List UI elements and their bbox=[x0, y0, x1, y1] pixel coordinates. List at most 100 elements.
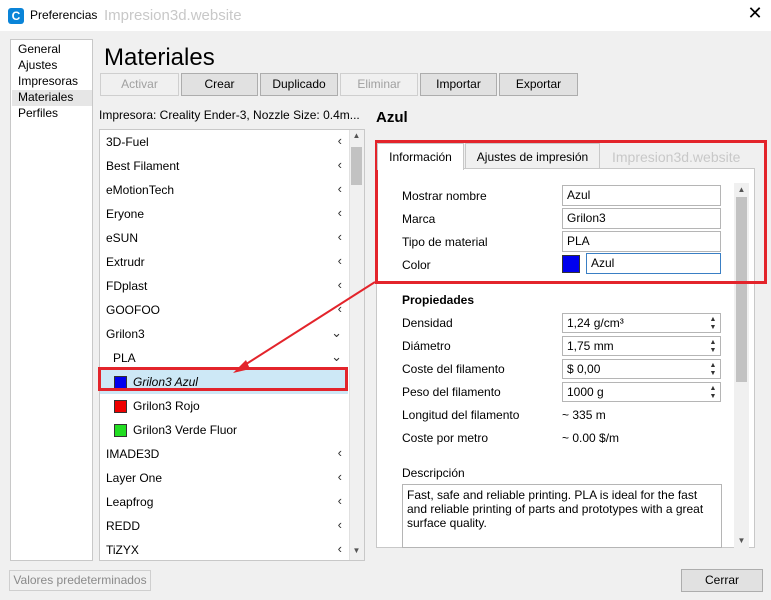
chevron-left-icon: ‹ bbox=[337, 445, 342, 460]
highlight-box-selected-material bbox=[98, 367, 348, 391]
material-label: Grilon3 Verde Fluor bbox=[133, 423, 238, 437]
list-item-brand[interactable]: Extrudr ‹ bbox=[100, 250, 348, 274]
close-window-icon[interactable]: ✕ bbox=[744, 3, 766, 24]
duplicate-button[interactable]: Duplicado bbox=[260, 73, 338, 96]
nav-item-materiales[interactable]: Materiales bbox=[18, 90, 73, 104]
scroll-down-icon[interactable]: ▼ bbox=[736, 536, 747, 545]
chevron-left-icon: ‹ bbox=[337, 157, 342, 172]
diameter-spinbox[interactable]: 1,75 mm ▲ ▼ bbox=[562, 336, 721, 356]
list-item-brand[interactable]: FDplast ‹ bbox=[100, 274, 348, 298]
density-label: Densidad bbox=[402, 316, 453, 330]
chevron-left-icon: ‹ bbox=[337, 301, 342, 316]
spin-down-icon[interactable]: ▼ bbox=[708, 324, 718, 332]
brand-label: Leapfrog bbox=[106, 495, 154, 509]
brand-label: IMADE3D bbox=[106, 447, 160, 461]
import-button[interactable]: Importar bbox=[420, 73, 497, 96]
list-item-brand-expanded[interactable]: Grilon3 ⌄ bbox=[100, 322, 348, 346]
filament-cost-value: $ 0,00 bbox=[567, 362, 601, 376]
chevron-left-icon: ‹ bbox=[337, 541, 342, 556]
color-swatch bbox=[114, 400, 127, 413]
spin-up-icon[interactable]: ▲ bbox=[708, 385, 718, 393]
spin-down-icon[interactable]: ▼ bbox=[708, 370, 718, 378]
material-label: Grilon3 Rojo bbox=[133, 399, 200, 413]
list-item-brand[interactable]: TiZYX ‹ bbox=[100, 538, 348, 560]
page-title: Materiales bbox=[104, 44, 215, 71]
chevron-left-icon: ‹ bbox=[337, 493, 342, 508]
tab-informacion[interactable]: Información bbox=[377, 143, 464, 170]
type-label: PLA bbox=[113, 351, 136, 365]
nav-item-perfiles[interactable]: Perfiles bbox=[18, 106, 58, 120]
material-detail-title: Azul bbox=[376, 109, 408, 126]
chevron-left-icon: ‹ bbox=[337, 517, 342, 532]
list-item-brand[interactable]: Best Filament ‹ bbox=[100, 154, 348, 178]
export-button[interactable]: Exportar bbox=[499, 73, 578, 96]
chevron-left-icon: ‹ bbox=[337, 229, 342, 244]
cost-per-meter-label: Coste por metro bbox=[402, 431, 489, 445]
close-button[interactable]: Cerrar bbox=[681, 569, 763, 592]
cura-app-icon: C bbox=[8, 8, 24, 24]
brand-label: Eryone bbox=[106, 207, 145, 221]
filament-weight-label: Peso del filamento bbox=[402, 385, 501, 399]
description-label: Descripción bbox=[402, 466, 465, 480]
brand-label: eMotionTech bbox=[106, 183, 175, 197]
list-item-brand[interactable]: Leapfrog ‹ bbox=[100, 490, 348, 514]
properties-heading: Propiedades bbox=[402, 293, 475, 307]
delete-button[interactable]: Eliminar bbox=[340, 73, 418, 96]
window-title: Preferencias bbox=[30, 8, 98, 22]
nav-item-general[interactable]: General bbox=[18, 42, 61, 56]
chevron-down-icon: ⌄ bbox=[331, 325, 342, 340]
reset-defaults-button[interactable]: Valores predeterminados bbox=[9, 570, 151, 591]
material-list-scroll-thumb[interactable] bbox=[351, 147, 362, 185]
chevron-left-icon: ‹ bbox=[337, 181, 342, 196]
brand-label: Extrudr bbox=[106, 255, 145, 269]
chevron-left-icon: ‹ bbox=[337, 133, 342, 148]
list-item-material[interactable]: Grilon3 Rojo bbox=[100, 394, 348, 418]
material-list-scrollbar[interactable] bbox=[349, 130, 364, 560]
chevron-left-icon: ‹ bbox=[337, 277, 342, 292]
diameter-value: 1,75 mm bbox=[567, 339, 614, 353]
watermark-title: Impresion3d.website bbox=[104, 7, 242, 24]
filament-cost-spinbox[interactable]: $ 0,00 ▲ ▼ bbox=[562, 359, 721, 379]
activate-button[interactable]: Activar bbox=[100, 73, 179, 96]
scroll-down-icon[interactable]: ▼ bbox=[351, 546, 362, 555]
filament-cost-label: Coste del filamento bbox=[402, 362, 505, 376]
filament-weight-value: 1000 g bbox=[567, 385, 604, 399]
diameter-label: Diámetro bbox=[402, 339, 451, 353]
brand-label: Grilon3 bbox=[106, 327, 145, 341]
list-item-brand[interactable]: REDD ‹ bbox=[100, 514, 348, 538]
list-item-brand[interactable]: eMotionTech ‹ bbox=[100, 178, 348, 202]
chevron-left-icon: ‹ bbox=[337, 205, 342, 220]
spin-up-icon[interactable]: ▲ bbox=[708, 339, 718, 347]
spin-down-icon[interactable]: ▼ bbox=[708, 347, 718, 355]
list-item-brand[interactable]: IMADE3D ‹ bbox=[100, 442, 348, 466]
brand-label: eSUN bbox=[106, 231, 139, 245]
scroll-up-icon[interactable]: ▲ bbox=[351, 131, 362, 140]
list-item-brand[interactable]: Layer One ‹ bbox=[100, 466, 348, 490]
preferences-nav: General Ajustes Impresoras Materiales Pe… bbox=[10, 39, 93, 561]
brand-label: REDD bbox=[106, 519, 141, 533]
filament-length-label: Longitud del filamento bbox=[402, 408, 520, 422]
brand-label: Best Filament bbox=[106, 159, 180, 173]
nav-item-ajustes[interactable]: Ajustes bbox=[18, 58, 57, 72]
list-item-brand[interactable]: 3D-Fuel ‹ bbox=[100, 130, 348, 154]
filament-length-value: ~ 335 m bbox=[562, 408, 606, 422]
brand-label: Layer One bbox=[106, 471, 163, 485]
list-item-material[interactable]: Grilon3 Verde Fluor bbox=[100, 418, 348, 442]
printer-info: Impresora: Creality Ender-3, Nozzle Size… bbox=[99, 108, 360, 122]
nav-item-impresoras[interactable]: Impresoras bbox=[18, 74, 78, 88]
list-item-brand[interactable]: GOOFOO ‹ bbox=[100, 298, 348, 322]
filament-weight-spinbox[interactable]: 1000 g ▲ ▼ bbox=[562, 382, 721, 402]
color-swatch bbox=[114, 424, 127, 437]
list-item-brand[interactable]: Eryone ‹ bbox=[100, 202, 348, 226]
create-button[interactable]: Crear bbox=[181, 73, 258, 96]
chevron-down-icon: ⌄ bbox=[331, 349, 342, 364]
spin-up-icon[interactable]: ▲ bbox=[708, 362, 718, 370]
spin-up-icon[interactable]: ▲ bbox=[708, 316, 718, 324]
brand-label: FDplast bbox=[106, 279, 148, 293]
chevron-left-icon: ‹ bbox=[337, 253, 342, 268]
cost-per-meter-value: ~ 0.00 $/m bbox=[562, 431, 620, 445]
list-item-brand[interactable]: eSUN ‹ bbox=[100, 226, 348, 250]
spin-down-icon[interactable]: ▼ bbox=[708, 393, 718, 401]
description-textarea[interactable]: Fast, safe and reliable printing. PLA is… bbox=[402, 484, 722, 548]
density-spinbox[interactable]: 1,24 g/cm³ ▲ ▼ bbox=[562, 313, 721, 333]
